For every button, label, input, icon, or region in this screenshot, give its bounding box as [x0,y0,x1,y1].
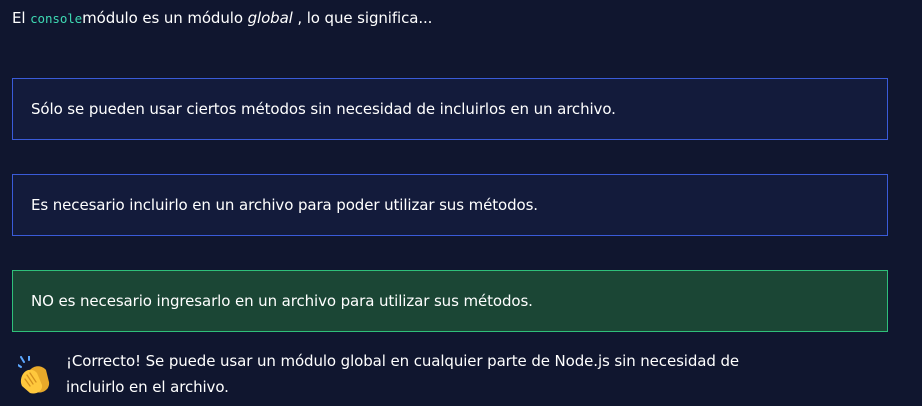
answer-option-2[interactable]: Es necesario incluirlo en un archivo par… [12,174,888,236]
question-prefix: El [12,9,31,27]
feedback-text: ¡Correcto! Se puede usar un módulo globa… [66,352,740,396]
question-emphasis: global [247,9,293,27]
answer-option-label: Es necesario incluirlo en un archivo par… [31,196,538,214]
answer-option-1[interactable]: Sólo se pueden usar ciertos métodos sin … [12,78,888,140]
quiz-panel: El consolemódulo es un módulo global , l… [0,0,922,406]
question-middle: módulo es un módulo [82,9,248,27]
question-suffix: , lo que significa... [292,9,433,27]
answer-option-3-correct[interactable]: NO es necesario ingresarlo en un archivo… [12,270,888,332]
question-text: El consolemódulo es un módulo global , l… [12,6,432,31]
inline-code: console [30,11,83,26]
answer-option-label: Sólo se pueden usar ciertos métodos sin … [31,100,616,118]
feedback-message: ¡Correcto! Se puede usar un módulo globa… [18,348,786,400]
answer-option-label: NO es necesario ingresarlo en un archivo… [31,292,533,310]
clapping-hands-icon [18,356,50,394]
